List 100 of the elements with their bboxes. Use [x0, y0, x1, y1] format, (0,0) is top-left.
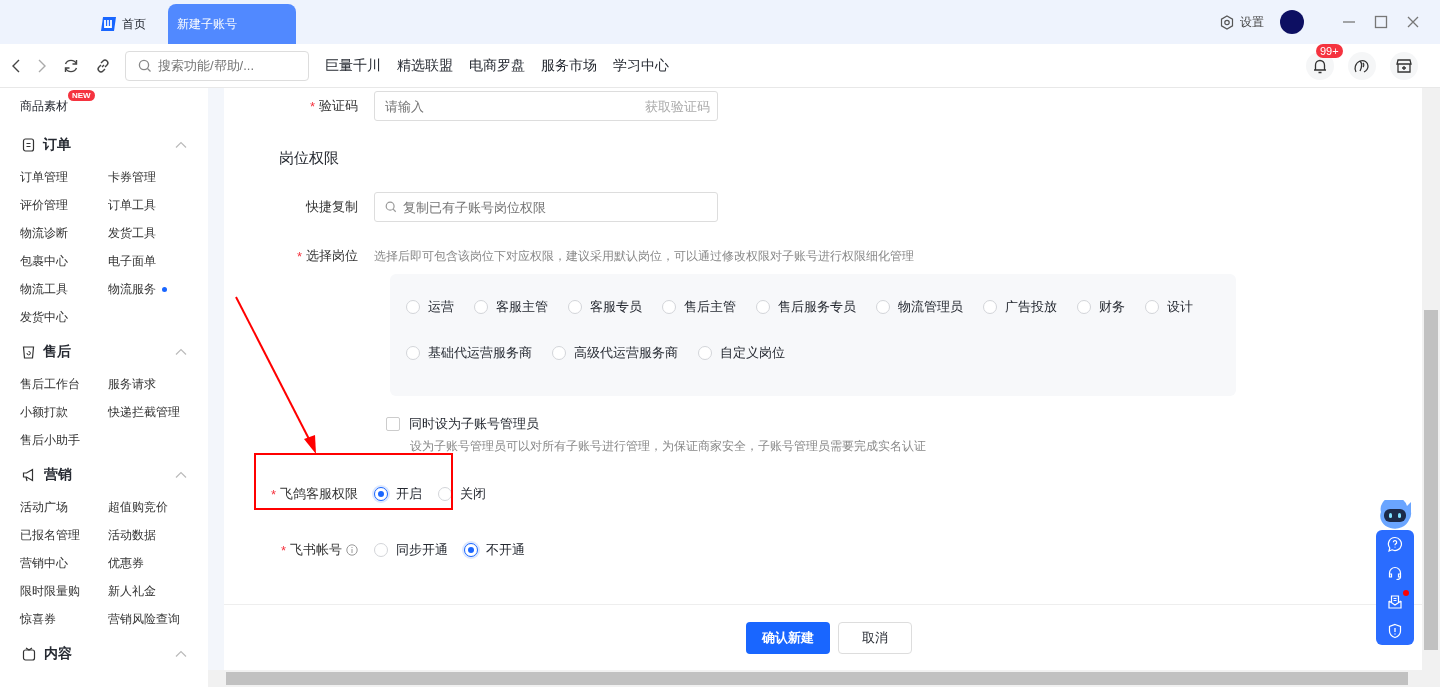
vertical-scrollbar[interactable]: [1422, 88, 1440, 670]
radio-option[interactable]: 开启: [374, 484, 422, 504]
radio-button[interactable]: [374, 487, 388, 501]
field-label: 飞鸽客服权限: [280, 485, 358, 503]
help-icon[interactable]: [1387, 536, 1403, 552]
radio-button[interactable]: [464, 543, 478, 557]
radio-option[interactable]: 不开通: [464, 540, 525, 560]
sidebar-item[interactable]: 优惠券: [108, 554, 144, 572]
info-icon[interactable]: [346, 544, 358, 556]
close-icon[interactable]: [1406, 15, 1420, 29]
customer-service-button[interactable]: [1348, 51, 1376, 80]
nav-link[interactable]: 电商罗盘: [469, 56, 525, 75]
sidebar-item[interactable]: 发货中心: [20, 308, 68, 326]
sidebar-item[interactable]: 活动数据: [108, 526, 156, 544]
sidebar-item[interactable]: 售后工作台: [20, 375, 80, 393]
checkbox[interactable]: [386, 417, 400, 431]
sidebar-item[interactable]: 限时限量购: [20, 582, 80, 600]
sidebar-item[interactable]: 物流服务: [108, 280, 156, 298]
radio-option[interactable]: 广告投放: [983, 284, 1057, 330]
hint-text: 设为子账号管理员可以对所有子账号进行管理，为保证商家安全，子账号管理员需要完成实名认证: [410, 439, 927, 454]
document-icon: [22, 138, 35, 152]
tab[interactable]: 首页: [100, 4, 146, 44]
chevron-icon[interactable]: [175, 471, 187, 479]
tv-icon: [22, 647, 36, 661]
headset-icon[interactable]: [1387, 565, 1403, 581]
sidebar-item[interactable]: 惊喜券: [20, 610, 56, 628]
chevron-icon[interactable]: [175, 650, 187, 658]
sidebar-section-title[interactable]: 售后: [43, 343, 71, 361]
store-icon: [1395, 56, 1413, 75]
radio-option[interactable]: 设计: [1145, 284, 1193, 330]
radio-option[interactable]: 运营: [406, 284, 454, 330]
radio-option[interactable]: 自定义岗位: [698, 330, 785, 376]
sidebar-item[interactable]: 物流诊断: [20, 224, 68, 242]
sidebar-section-title[interactable]: 营销: [44, 466, 72, 484]
search-icon: [385, 201, 397, 213]
sidebar-item[interactable]: 物流工具: [20, 280, 68, 298]
chevron-icon[interactable]: [175, 141, 187, 149]
sidebar-item[interactable]: 营销风险查询: [108, 610, 180, 628]
sidebar-section-title[interactable]: 订单: [43, 136, 71, 154]
search-field[interactable]: 搜索功能/帮助/...: [125, 50, 309, 81]
sidebar-item[interactable]: 小额打款: [20, 403, 68, 421]
logo-icon: [100, 16, 117, 32]
radio-option[interactable]: 物流管理员: [876, 284, 963, 330]
radio-option[interactable]: 关闭: [438, 484, 486, 504]
radio-option[interactable]: 财务: [1077, 284, 1125, 330]
sidebar-item[interactable]: 发货工具: [108, 224, 156, 242]
notification-dot: [1403, 590, 1409, 596]
robot-drawing[interactable]: [1377, 500, 1413, 532]
sidebar-item[interactable]: 卡券管理: [108, 168, 156, 186]
confirm-button[interactable]: 确认新建: [746, 621, 830, 654]
required-mark: *: [296, 248, 302, 264]
sidebar-item[interactable]: 服务请求: [108, 375, 156, 393]
radio-option[interactable]: 同步开通: [374, 540, 448, 560]
maximize-icon[interactable]: [1374, 15, 1388, 29]
required-mark: *: [280, 542, 286, 558]
radio-option[interactable]: 客服主管: [474, 284, 548, 330]
sidebar-item[interactable]: 商品素材: [20, 99, 68, 113]
sidebar-section-title[interactable]: 内容: [44, 645, 72, 663]
sidebar-item[interactable]: 活动广场: [20, 498, 68, 516]
checkbox-label[interactable]: 同时设为子账号管理员: [409, 415, 539, 433]
radio-option[interactable]: 售后服务专员: [756, 284, 856, 330]
search-field[interactable]: 复制已有子账号岗位权限: [374, 192, 718, 222]
chevron-icon[interactable]: [175, 348, 187, 356]
nav-link[interactable]: 精选联盟: [397, 56, 453, 75]
settings-link[interactable]: 设置: [1240, 13, 1264, 31]
store-button[interactable]: [1390, 51, 1418, 80]
nav-link[interactable]: 巨量千川: [325, 56, 381, 75]
sidebar-item[interactable]: 已报名管理: [20, 526, 80, 544]
bell-icon: [1312, 57, 1328, 74]
sidebar-item[interactable]: 售后小助手: [20, 431, 80, 449]
horizontal-scrollbar[interactable]: [208, 670, 1440, 687]
settings-icon[interactable]: [1220, 14, 1234, 30]
sidebar-item[interactable]: 快递拦截管理: [108, 403, 180, 421]
radio-option[interactable]: 售后主管: [662, 284, 736, 330]
sidebar-item[interactable]: 营销中心: [20, 554, 68, 572]
sidebar-item[interactable]: 新人礼金: [108, 582, 156, 600]
radio-option[interactable]: 基础代运营服务商: [406, 330, 532, 376]
back-icon[interactable]: [11, 58, 21, 73]
nav-link[interactable]: 服务市场: [541, 56, 597, 75]
section-title: 岗位权限: [279, 148, 340, 168]
sidebar-item[interactable]: 订单工具: [108, 196, 156, 214]
required-mark: *: [309, 98, 315, 114]
avatar[interactable]: [1280, 10, 1304, 34]
refresh-icon[interactable]: [63, 57, 79, 74]
sidebar-item[interactable]: 超值购竞价: [108, 498, 168, 516]
new-badge: NEW: [68, 90, 95, 101]
field-label: 选择岗位: [306, 247, 358, 265]
sidebar-item[interactable]: 电子面单: [108, 252, 156, 270]
radio-option[interactable]: 客服专员: [568, 284, 642, 330]
link-icon[interactable]: [95, 57, 111, 74]
sidebar-item[interactable]: 包裹中心: [20, 252, 68, 270]
nav-link[interactable]: 学习中心: [613, 56, 669, 75]
cancel-button[interactable]: 取消: [838, 621, 912, 654]
sidebar-item[interactable]: 订单管理: [20, 168, 68, 186]
sidebar-item[interactable]: 评价管理: [20, 196, 68, 214]
radio-option[interactable]: 高级代运营服务商: [552, 330, 678, 376]
hint-text: 选择后即可包含该岗位下对应权限，建议采用默认岗位，可以通过修改权限对子账号进行权限细化管理: [374, 248, 914, 264]
mail-icon[interactable]: [1387, 594, 1403, 610]
forward-icon[interactable]: [37, 58, 47, 73]
shield-icon[interactable]: [1387, 623, 1403, 639]
